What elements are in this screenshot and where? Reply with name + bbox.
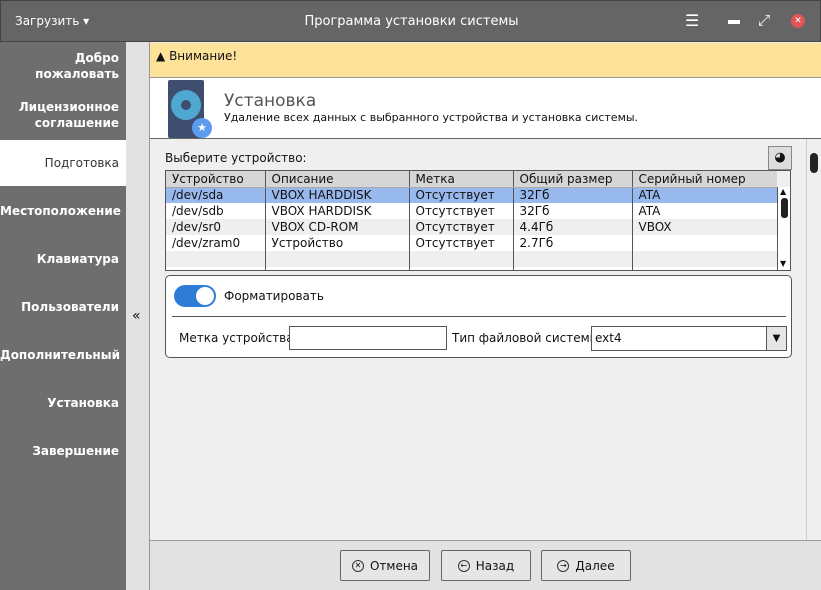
- partition-chart-button[interactable]: ◕: [768, 146, 792, 170]
- close-icon[interactable]: ✕: [791, 14, 805, 28]
- page-subtitle: Удаление всех данных с выбранного устрой…: [224, 111, 639, 124]
- cell: /dev/sr0: [166, 219, 265, 235]
- next-button[interactable]: → Далее: [541, 550, 631, 581]
- column-header[interactable]: Устройство: [166, 171, 265, 188]
- load-menu-label: Загрузить: [15, 14, 80, 28]
- pie-chart-icon: ◕: [774, 150, 786, 165]
- scrollbar-thumb[interactable]: [810, 153, 818, 173]
- device-label: Выберите устройство:: [165, 151, 307, 165]
- page-header: ★ Установка Удаление всех данных с выбра…: [150, 78, 821, 139]
- sidebar-item-users[interactable]: Пользователи: [0, 299, 126, 315]
- format-panel: Форматировать Метка устройства: Тип файл…: [165, 275, 792, 358]
- sidebar-item-license[interactable]: Лицензионное соглашение: [0, 99, 126, 131]
- footer: ✕ Отмена ← Назад → Далее: [150, 540, 821, 590]
- table-row[interactable]: /dev/zram0 Устройство Отсутствует 2.7Гб: [166, 235, 777, 251]
- cell: Отсутствует: [408, 219, 513, 235]
- back-button[interactable]: ← Назад: [441, 550, 531, 581]
- cell: VBOX: [631, 219, 777, 235]
- cell: VBOX CD-ROM: [264, 219, 409, 235]
- cell: VBOX HARDDISK: [264, 203, 409, 219]
- cell: Отсутствует: [408, 235, 513, 251]
- caret-down-icon: ▾: [83, 14, 90, 28]
- table-row[interactable]: /dev/sdb VBOX HARDDISK Отсутствует 32Гб ATA: [166, 203, 777, 219]
- cell: 2.7Гб: [512, 235, 632, 251]
- sidebar-item-location[interactable]: Местоположение: [0, 203, 126, 219]
- device-table: Устройство Описание Метка Общий размер Серий…: [165, 170, 791, 271]
- cell: 32Гб: [512, 187, 632, 203]
- cell: ATA: [631, 203, 777, 219]
- format-label: Форматировать: [224, 289, 324, 303]
- column-header[interactable]: Общий размер: [512, 171, 632, 188]
- arrow-right-icon: →: [557, 559, 570, 572]
- title-bar: Программа установки системы Загрузить ▾ …: [0, 0, 821, 42]
- fs-type-value: ext4: [595, 331, 622, 345]
- back-label: Назад: [475, 558, 515, 573]
- sidebar-item-keyboard[interactable]: Клавиатура: [0, 251, 126, 267]
- next-label: Далее: [575, 558, 615, 573]
- table-row[interactable]: /dev/sda VBOX HARDDISK Отсутствует 32Гб ATA: [166, 187, 777, 203]
- cancel-icon: ✕: [351, 559, 364, 572]
- cell: VBOX HARDDISK: [264, 187, 409, 203]
- column-header[interactable]: Серийный номер: [631, 171, 777, 188]
- scroll-down-icon[interactable]: ▼: [780, 259, 786, 268]
- sidebar: Добро пожаловать Лицензионное соглашение…: [0, 42, 126, 590]
- cancel-button[interactable]: ✕ Отмена: [340, 550, 430, 581]
- cell: /dev/zram0: [166, 235, 265, 251]
- load-menu[interactable]: Загрузить ▾: [15, 14, 89, 28]
- column-header[interactable]: Описание: [264, 171, 409, 188]
- sidebar-item-welcome[interactable]: Добро пожаловать: [0, 50, 126, 82]
- fs-type-select[interactable]: ext4 ▼: [591, 326, 787, 351]
- format-toggle[interactable]: [174, 285, 216, 307]
- sidebar-item-install[interactable]: Установка: [0, 395, 126, 411]
- minimize-icon[interactable]: [728, 20, 740, 24]
- table-row[interactable]: /dev/sr0 VBOX CD-ROM Отсутствует 4.4Гб VBOX: [166, 219, 777, 235]
- scroll-up-icon[interactable]: ▲: [780, 187, 786, 196]
- column-header[interactable]: Метка: [408, 171, 513, 188]
- maximize-icon[interactable]: ⤢: [758, 11, 770, 29]
- hamburger-menu-icon[interactable]: ☰: [685, 11, 699, 30]
- hard-disk-icon: ★: [168, 80, 212, 138]
- page-title: Установка: [224, 91, 317, 111]
- collapse-sidebar-button[interactable]: «: [126, 42, 150, 590]
- device-label-label: Метка устройства:: [179, 331, 298, 345]
- sidebar-item-preparation[interactable]: Подготовка: [0, 140, 126, 186]
- sidebar-item-finish[interactable]: Завершение: [0, 443, 126, 459]
- cell: /dev/sdb: [166, 203, 265, 219]
- warning-bar: ▲ Внимание!: [150, 43, 821, 78]
- cell: Отсутствует: [408, 203, 513, 219]
- collapse-icon: «: [132, 308, 141, 324]
- cell: Отсутствует: [408, 187, 513, 203]
- cell: 4.4Гб: [512, 219, 632, 235]
- sidebar-item-advanced[interactable]: Дополнительный: [0, 347, 126, 363]
- cell: [631, 235, 777, 251]
- cell: Устройство: [264, 235, 409, 251]
- warning-icon: ▲: [156, 49, 166, 63]
- cell: ATA: [631, 187, 777, 203]
- cell: /dev/sda: [166, 187, 265, 203]
- device-label-input[interactable]: [289, 326, 447, 350]
- fs-type-label: Тип файловой системы:: [452, 331, 604, 345]
- arrow-left-icon: ←: [457, 559, 470, 572]
- table-scrollbar[interactable]: ▲ ▼: [777, 187, 790, 270]
- warning-text: Внимание!: [169, 49, 238, 63]
- cell: 32Гб: [512, 203, 632, 219]
- content-scrollbar[interactable]: [806, 139, 821, 540]
- cancel-label: Отмена: [369, 558, 419, 573]
- table-scrollbar-thumb[interactable]: [781, 198, 788, 218]
- chevron-down-icon[interactable]: ▼: [766, 327, 786, 350]
